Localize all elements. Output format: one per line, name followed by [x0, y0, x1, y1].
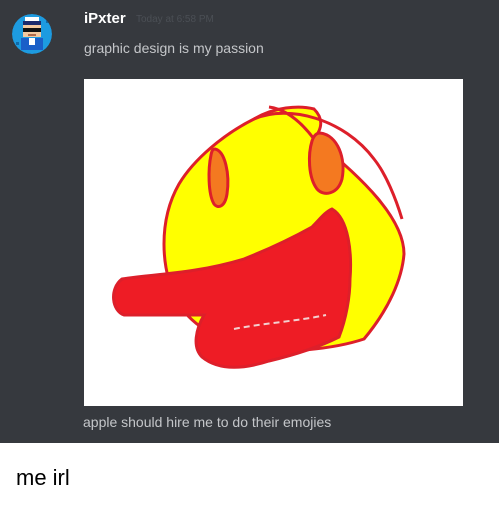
message-timestamp: Today at 6:58 PM — [136, 14, 214, 25]
drawn-pointing-emoji — [112, 105, 406, 369]
emoji-left-eye — [207, 147, 230, 208]
meme-caption: me irl — [16, 465, 70, 490]
chat-panel: iPxter Today at 6:58 PM graphic design i… — [0, 0, 499, 443]
pixel-avatar-icon — [12, 14, 52, 54]
user-avatar[interactable] — [12, 14, 52, 54]
message-text: graphic design is my passion — [84, 40, 264, 56]
emoji-right-eye — [307, 131, 345, 195]
message-text-after-image: apple should hire me to do their emojies — [83, 414, 332, 430]
image-attachment[interactable] — [84, 79, 463, 406]
message-author[interactable]: iPxter — [84, 10, 126, 27]
